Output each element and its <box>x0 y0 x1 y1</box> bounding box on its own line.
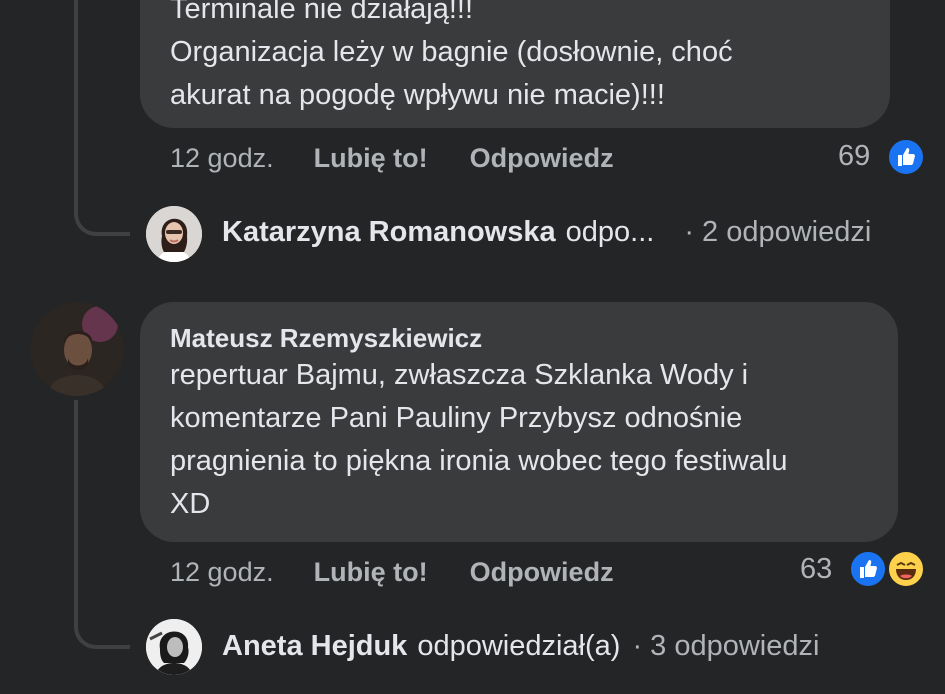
comment-text-line: repertuar Bajmu, zwłaszcza Szklanka Wody… <box>170 359 749 391</box>
like-icon[interactable] <box>848 549 888 589</box>
avatar[interactable] <box>146 619 202 675</box>
like-button[interactable]: Lubię to! <box>314 143 428 174</box>
comment-text-line: komentarze Pani Pauliny Przybysz odnośni… <box>170 402 743 434</box>
reply-author-name[interactable]: Katarzyna Romanowska <box>222 216 556 249</box>
comment-text-line: akurat na pogodę wpływu nie macie)!!! <box>170 79 665 111</box>
thread-line-2 <box>74 400 130 649</box>
view-replies-link[interactable]: Katarzyna Romanowska odpo... · 2 odpowie… <box>222 216 871 249</box>
reply-author-name[interactable]: Aneta Hejduk <box>222 630 407 663</box>
comment-bubble: Mateusz Rzemyszkiewicz repertuar Bajmu, … <box>140 302 898 542</box>
comment-timestamp[interactable]: 12 godz. <box>170 143 274 174</box>
reply-verb: odpowiedział(a) <box>417 630 621 662</box>
reply-verb: odpo... <box>565 216 655 248</box>
reaction-count[interactable]: 69 <box>838 140 870 173</box>
comment-text-line: Terminale nie działają!!! <box>170 0 474 25</box>
like-button[interactable]: Lubię to! <box>314 557 428 588</box>
reply-button[interactable]: Odpowiedz <box>470 557 614 588</box>
comment-text-line: XD <box>170 488 211 520</box>
avatar[interactable] <box>146 206 202 262</box>
comment-timestamp[interactable]: 12 godz. <box>170 557 274 588</box>
reply-count[interactable]: · 2 odpowiedzi <box>684 216 871 249</box>
reply-button[interactable]: Odpowiedz <box>470 143 614 174</box>
comment-author[interactable]: Mateusz Rzemyszkiewicz <box>170 322 868 354</box>
avatar[interactable] <box>30 302 124 396</box>
comment-bubble: Terminale nie działają!!! Organizacja le… <box>140 0 890 128</box>
haha-icon[interactable] <box>886 549 926 589</box>
comment-actions: 12 godz. Lubię to! Odpowiedz <box>170 557 656 588</box>
like-icon[interactable] <box>886 137 926 177</box>
view-replies-link[interactable]: Aneta Hejduk odpowiedział(a) · 3 odpowie… <box>222 630 819 663</box>
reply-count[interactable]: · 3 odpowiedzi <box>632 630 819 663</box>
reaction-count[interactable]: 63 <box>800 553 832 586</box>
comment-text-line: Organizacja leży w bagnie (dosłownie, ch… <box>170 36 733 68</box>
comment-text-line: pragnienia to piękna ironia wobec tego f… <box>170 445 788 477</box>
thread-line-1 <box>74 0 130 236</box>
comment-actions: 12 godz. Lubię to! Odpowiedz <box>170 143 656 174</box>
